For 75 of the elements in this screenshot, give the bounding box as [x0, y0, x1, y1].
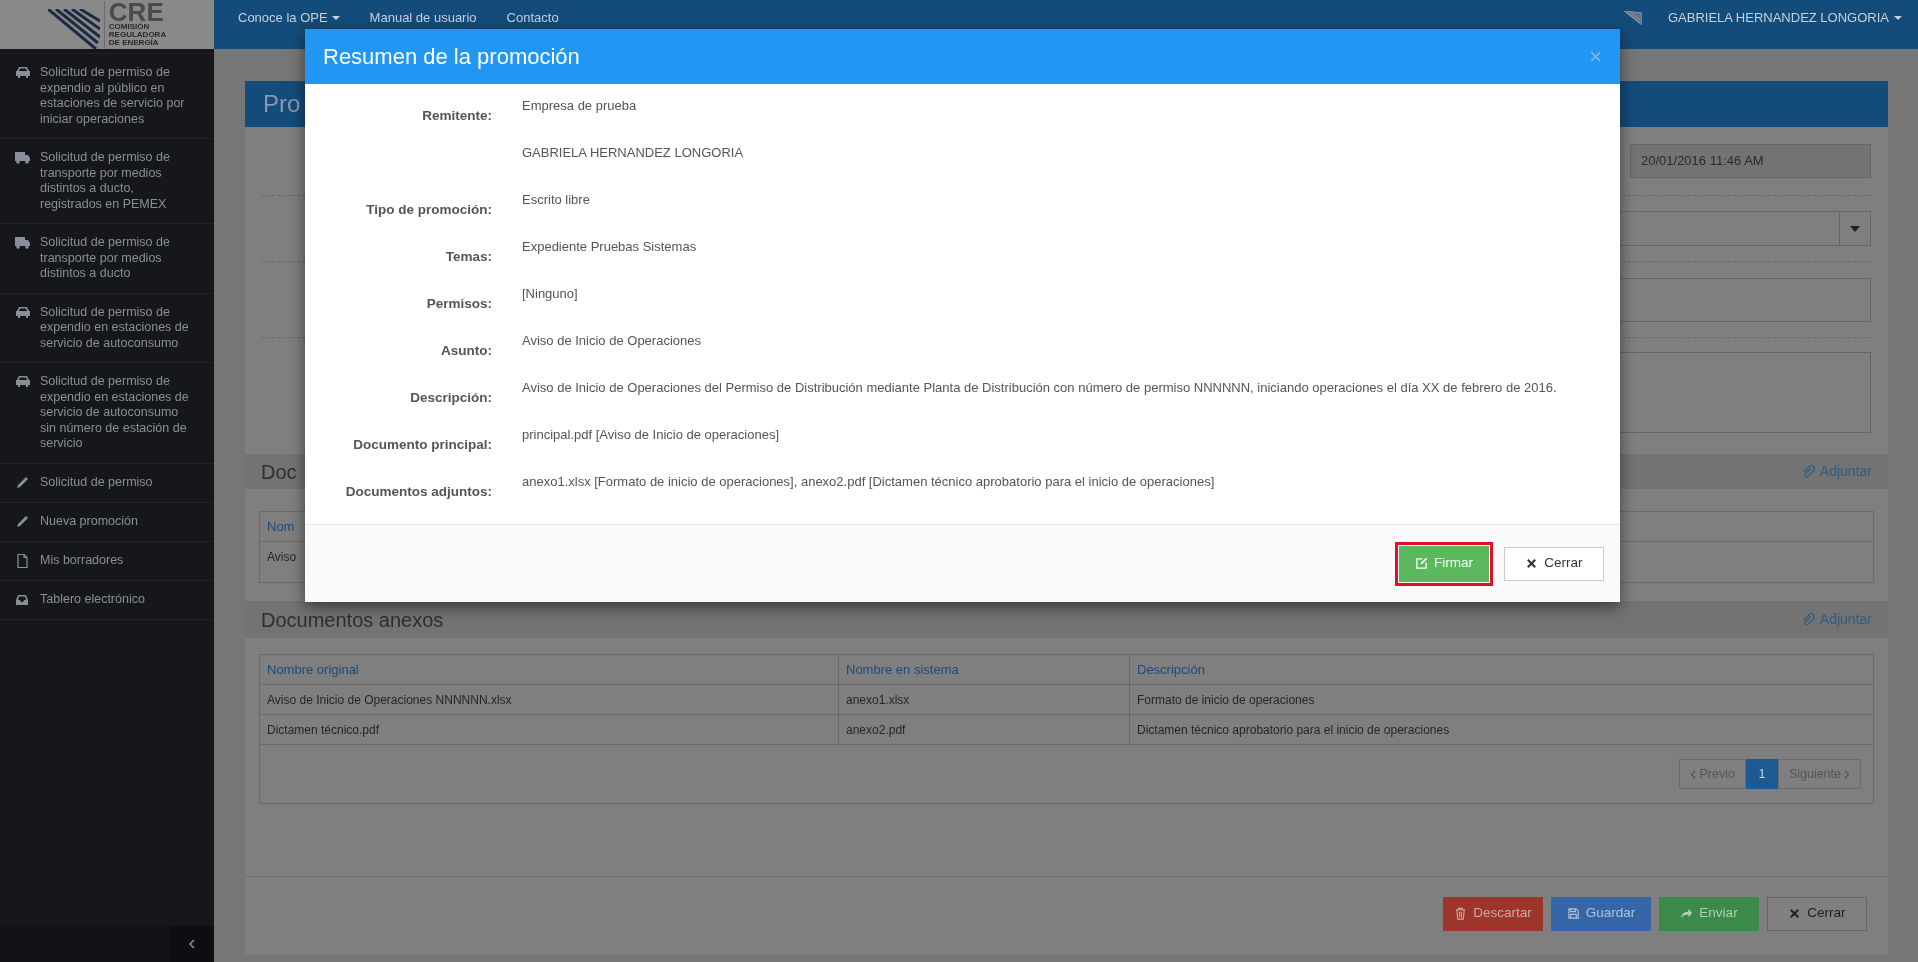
save-button[interactable]: Guardar [1551, 896, 1651, 931]
x-icon [1525, 557, 1539, 570]
field-label: Temas: [445, 249, 492, 264]
field-label: Documentos adjuntos: [345, 484, 492, 499]
field-value: Empresa de prueba [522, 97, 637, 115]
column-header[interactable]: Nom [267, 516, 295, 537]
table-cell-text: Dictamen técnico.pdf [267, 721, 380, 739]
table-cell-text: anexo1.xlsx [846, 691, 910, 709]
sidebar-item[interactable]: Solicitud de permiso de expendio en estaciones de servicio de autoconsumo [0, 293, 214, 363]
field-value: Expediente Pruebas Sistemas [522, 238, 697, 256]
sign-button[interactable]: Firmar [1395, 541, 1493, 586]
table-cell-text: Aviso de Inicio de Operaciones NNNNNN.xlsx [267, 691, 512, 709]
discard-button[interactable]: Descartar [1443, 896, 1543, 931]
page-title: Pro [263, 89, 301, 119]
field-value: GABRIELA HERNANDEZ LONGORIA [522, 144, 744, 162]
car-icon [14, 374, 30, 390]
field-value: anexo1.xlsx [Formato de inicio de operaciones], anexo2.pdf [Dictamen técnico aprobatorio para el inicio de operaciones] [522, 473, 1215, 491]
field-label: Tipo de promoción: [366, 202, 492, 217]
truck-icon [14, 235, 30, 251]
sidebar-item[interactable]: Solicitud de permiso [0, 463, 214, 503]
date-field[interactable]: 20/01/2016 11:46 AM [1630, 144, 1871, 178]
stripes-icon [47, 9, 100, 49]
sidebar-item[interactable]: Solicitud de permiso de transporte por medios distintos a ducto [0, 224, 214, 294]
paperclip-icon [1801, 612, 1816, 627]
nav-link[interactable]: Contacto [506, 10, 559, 25]
sidebar-item[interactable]: Tablero electrónico [0, 580, 214, 620]
field-label: Asunto: [441, 343, 492, 358]
sidebar-item[interactable]: Nueva promoción [0, 502, 214, 542]
field-value: Escrito libre [522, 191, 590, 209]
nav-link[interactable]: Manual de usuario [369, 10, 477, 25]
logo-wordmark: CRE [108, 1, 165, 23]
field-label: Permisos: [426, 296, 492, 311]
field-label: Descripción: [410, 390, 492, 405]
pencil-icon [14, 474, 30, 491]
modal-title: Resumen de la promoción [323, 43, 580, 71]
share-arrow-icon [1680, 907, 1694, 920]
field-label: Remitente: [422, 108, 492, 123]
edit-icon [1415, 557, 1428, 570]
paper-plane-icon [1623, 10, 1642, 25]
logo-subtitle: COMISIÓN [108, 23, 151, 31]
nav-link[interactable]: Conoce la OPE [238, 10, 340, 25]
field-value: Aviso de Inicio de Operaciones del Permiso de Distribución mediante Planta de Distribución con número de permiso NNNNNN, iniciando operaciones el día XX de febrero de 2016. [522, 379, 1557, 397]
sidebar-item[interactable]: Solicitud de permiso de transporte por medios distintos a ducto, registrados en PEMEX [0, 139, 214, 224]
table-cell-text: Aviso [267, 549, 297, 566]
page-button[interactable]: 1 [1745, 759, 1778, 789]
paperclip-icon [1801, 464, 1816, 479]
collapse-sidebar-button[interactable] [170, 926, 214, 962]
table-cell-text: Dictamen técnico aprobatorio para el inicio de operaciones [1137, 721, 1450, 739]
chevron-left-icon [1690, 769, 1697, 779]
file-icon [14, 552, 30, 569]
section-title: Doc [261, 459, 297, 485]
column-header[interactable]: Nombre original [267, 659, 359, 680]
chevron-right-icon [1844, 769, 1850, 779]
x-icon [1788, 907, 1802, 920]
field-value: principal.pdf [Aviso de Inicio de operaciones] [522, 426, 780, 444]
close-button[interactable]: Cerrar [1504, 546, 1604, 581]
field-value: [Ninguno] [522, 285, 578, 303]
sidebar-item[interactable]: Solicitud de permiso de expendio al público en estaciones de servicio por iniciar operaciones [0, 54, 214, 139]
send-button[interactable]: Enviar [1659, 896, 1759, 931]
field-label: Documento principal: [353, 437, 492, 452]
user-menu[interactable]: GABRIELA HERNANDEZ LONGORIA [1667, 10, 1902, 25]
sidebar-item[interactable]: Mis borradores [0, 541, 214, 581]
section-title: Documentos anexos [261, 607, 444, 633]
close-button[interactable]: Cerrar [1767, 896, 1867, 931]
chevron-left-icon [188, 939, 196, 949]
trash-icon [1454, 907, 1468, 920]
truck-icon [14, 150, 30, 166]
pencil-icon [14, 513, 30, 530]
car-icon [14, 304, 30, 321]
field-value: Aviso de Inicio de Operaciones [522, 332, 701, 350]
car-icon [14, 65, 30, 81]
caret-down-icon [1850, 225, 1860, 232]
table-cell-text: Formato de inicio de operaciones [1137, 691, 1315, 709]
sidebar-item[interactable]: Solicitud de permiso de expendio en estaciones de servicio de autoconsumo sin número de estación de servicio [0, 363, 214, 464]
table-cell-text: anexo2.pdf [846, 721, 906, 739]
